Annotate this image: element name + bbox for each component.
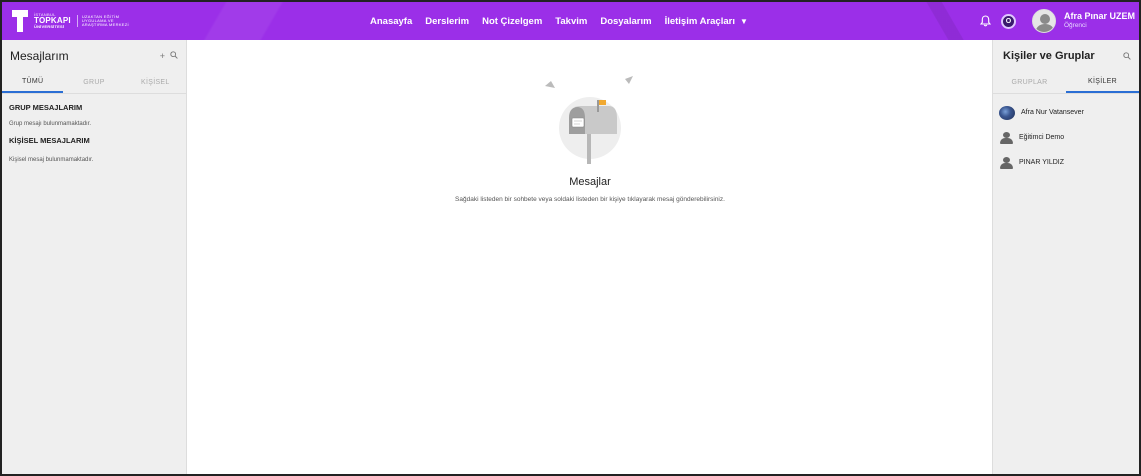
contact-item[interactable]: PINAR YILDIZ xyxy=(993,150,1139,175)
empty-state-text: Sağdaki listeden bir sohbete veya soldak… xyxy=(455,196,725,203)
user-area: O Afra Pınar UZEM Öğrenci xyxy=(979,2,1139,40)
top-bar: İSTANBUL TOPKAPI ÜNİVERSİTESİ UZAKTAN EĞ… xyxy=(2,2,1139,40)
contact-name: PINAR YILDIZ xyxy=(1019,159,1064,166)
group-messages-heading: GRUP MESAJLARIM xyxy=(9,103,83,112)
conversation-area: Mesajlar Sağdaki listeden bir sohbete ve… xyxy=(188,40,992,474)
logo-mark-icon xyxy=(12,10,28,32)
messages-panel-header: Mesajlarım + xyxy=(2,40,186,72)
logo-subtext-line: ARAŞTIRMA MERKEZİ xyxy=(81,22,129,28)
contact-item[interactable]: Afra Nur Vatansever xyxy=(993,100,1139,125)
tab-group[interactable]: GRUP xyxy=(63,72,124,93)
personal-messages-empty: Kişisel mesaj bulunmamaktadır. xyxy=(9,157,94,163)
bell-icon[interactable] xyxy=(979,14,993,28)
tab-personal[interactable]: KİŞİSEL xyxy=(125,72,186,93)
search-icon[interactable] xyxy=(170,51,178,61)
nav-my-courses[interactable]: Derslerim xyxy=(425,16,469,27)
mailbox-illustration xyxy=(543,74,638,169)
user-name: Afra Pınar UZEM xyxy=(1063,11,1135,22)
messages-panel: Mesajlarım + TÜMÜ GRUP KİŞİSEL GRUP MESA… xyxy=(2,40,187,474)
nav-files[interactable]: Dosyalarım xyxy=(600,16,651,27)
user-icon xyxy=(999,156,1013,169)
header-decoration xyxy=(112,2,372,40)
contact-name: Afra Nur Vatansever xyxy=(1021,109,1084,116)
main-nav: Anasayfa Derslerim Not Çizelgem Takvim D… xyxy=(370,2,748,40)
page-title: Mesajlar xyxy=(569,176,611,188)
logo-line-small: İSTANBUL xyxy=(34,12,56,17)
user-info[interactable]: Afra Pınar UZEM Öğrenci xyxy=(1063,11,1139,30)
contact-item[interactable]: Eğitimci Demo xyxy=(993,125,1139,150)
chevron-down-icon: ▼ xyxy=(739,16,748,26)
nav-calendar[interactable]: Takvim xyxy=(555,16,587,27)
logo-subtext: UZAKTAN EĞİTİM UYGULAMA VE ARAŞTIRMA MER… xyxy=(76,14,129,28)
nav-communication-tools[interactable]: İletişim Araçları ▼ xyxy=(665,16,748,27)
group-messages-empty: Grup mesajı bulunmamaktadır. xyxy=(9,121,92,127)
logo-text: İSTANBUL TOPKAPI ÜNİVERSİTESİ xyxy=(34,13,71,29)
personal-messages-heading: KİŞİSEL MESAJLARIM xyxy=(9,136,90,145)
logo-line-sub: ÜNİVERSİTESİ xyxy=(34,24,65,29)
contact-avatar xyxy=(999,105,1015,120)
tab-groups[interactable]: GRUPLAR xyxy=(993,72,1066,93)
nav-communication-tools-label: İletişim Araçları xyxy=(664,15,735,27)
university-logo[interactable]: İSTANBUL TOPKAPI ÜNİVERSİTESİ UZAKTAN EĞ… xyxy=(12,9,129,33)
tab-people[interactable]: KİŞİLER xyxy=(1066,72,1139,93)
user-icon xyxy=(999,131,1013,144)
nav-home[interactable]: Anasayfa xyxy=(370,16,412,27)
contacts-tabs: GRUPLAR KİŞİLER xyxy=(993,72,1139,94)
contact-name: Eğitimci Demo xyxy=(1019,134,1065,141)
contacts-panel-header: Kişiler ve Gruplar xyxy=(993,40,1139,72)
status-badge[interactable]: O xyxy=(1000,13,1016,29)
contacts-panel: Kişiler ve Gruplar GRUPLAR KİŞİLER Afra … xyxy=(992,40,1139,474)
messages-panel-tools: + xyxy=(160,51,178,61)
nav-grade-sheet[interactable]: Not Çizelgem xyxy=(482,16,542,27)
header-decoration xyxy=(902,2,982,40)
app-frame: İSTANBUL TOPKAPI ÜNİVERSİTESİ UZAKTAN EĞ… xyxy=(0,0,1141,476)
avatar[interactable] xyxy=(1031,9,1056,33)
user-role: Öğrenci xyxy=(1063,22,1087,30)
add-message-button[interactable]: + xyxy=(160,51,165,61)
tab-all[interactable]: TÜMÜ xyxy=(2,72,64,93)
messages-panel-title: Mesajlarım xyxy=(10,49,69,63)
search-icon[interactable] xyxy=(1123,47,1131,65)
messages-tabs: TÜMÜ GRUP KİŞİSEL xyxy=(2,72,186,94)
contacts-panel-title: Kişiler ve Gruplar xyxy=(1003,50,1095,62)
